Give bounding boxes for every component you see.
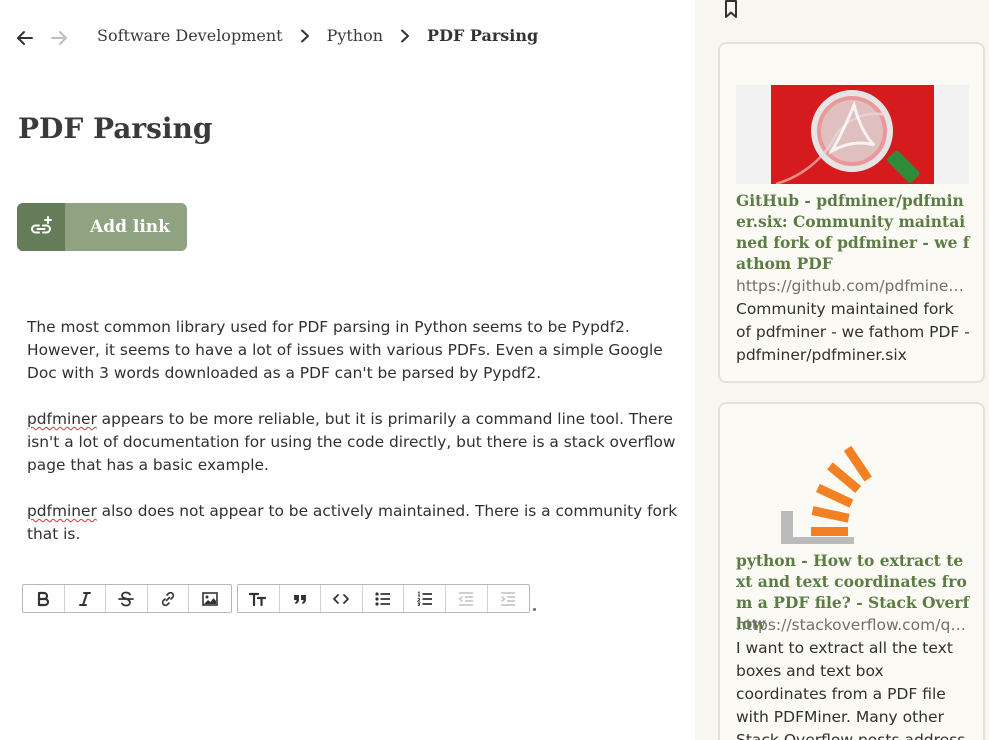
page-title: PDF Parsing — [18, 112, 213, 145]
editor-paragraph: pdfminer also does not appear to be acti… — [27, 500, 687, 546]
indent-icon — [501, 591, 516, 606]
outdent-icon — [458, 591, 474, 606]
image-icon — [202, 591, 218, 606]
breadcrumb: Software Development Python PDF Parsing — [97, 26, 538, 45]
link-card-description: I want to extract all the text boxes and… — [736, 639, 966, 740]
link-card[interactable]: python - How to extract text and text co… — [718, 402, 985, 740]
code-button[interactable] — [321, 585, 363, 612]
italic-icon — [78, 591, 91, 606]
link-card[interactable]: GitHub - pdfminer/pdfminer.six: Communit… — [718, 42, 985, 383]
code-icon — [333, 593, 350, 604]
heading-icon — [249, 592, 267, 606]
paragraph-text: appears to be more reliable, but it is p… — [27, 410, 676, 474]
breadcrumb-item-software-development[interactable]: Software Development — [97, 26, 283, 45]
navigation-bar: Software Development Python PDF Parsing — [0, 0, 695, 76]
chevron-right-icon — [383, 29, 427, 43]
breadcrumb-item-current: PDF Parsing — [427, 26, 539, 45]
link-card-description: Community maintained fork of pdfminer - … — [736, 300, 970, 364]
note-editor[interactable]: The most common library used for PDF par… — [27, 316, 687, 569]
heading-button[interactable] — [238, 585, 280, 612]
quote-button[interactable] — [280, 585, 322, 612]
bullet-list-icon — [375, 591, 391, 606]
add-link-icon — [17, 203, 65, 251]
editor-paragraph: The most common library used for PDF par… — [27, 318, 663, 382]
link-button[interactable] — [148, 585, 190, 612]
link-card-url: https://github.com/pdfminer/pdfminer.six — [736, 277, 966, 295]
numbered-list-icon — [416, 590, 432, 606]
bookmark-icon — [725, 0, 737, 18]
link-card-thumbnail — [736, 85, 969, 184]
arrow-right-icon — [51, 31, 67, 45]
formatting-toolbar — [22, 584, 537, 613]
numbered-list-button[interactable] — [404, 585, 446, 612]
indent-button[interactable] — [488, 585, 530, 612]
link-icon — [161, 591, 175, 606]
forward-button[interactable] — [46, 25, 72, 51]
pdf-magnifier-image — [736, 85, 969, 184]
outdent-button[interactable] — [446, 585, 488, 612]
back-button[interactable] — [12, 25, 38, 51]
arrow-left-icon — [17, 31, 33, 45]
toolbar-group-inline — [22, 584, 232, 613]
image-button[interactable] — [189, 585, 231, 612]
bold-button[interactable] — [23, 585, 65, 612]
add-link-button[interactable]: Add link — [17, 203, 187, 251]
strikethrough-icon — [118, 591, 135, 606]
strikethrough-button[interactable] — [106, 585, 148, 612]
bookmark-button[interactable] — [721, 0, 741, 20]
add-link-label: Add link — [90, 217, 170, 237]
editor-paragraph: pdfminer appears to be more reliable, bu… — [27, 408, 687, 477]
link-card-url: https://stackoverflow.com/questions/2289… — [736, 616, 966, 634]
toolbar-handle — [533, 608, 537, 611]
quote-icon — [293, 594, 306, 604]
misspelled-word: pdfminer — [27, 410, 97, 428]
italic-button[interactable] — [65, 585, 107, 612]
link-sidebar: GitHub - pdfminer/pdfminer.six: Communit… — [695, 0, 989, 740]
bullet-list-button[interactable] — [363, 585, 405, 612]
misspelled-word: pdfminer — [27, 502, 97, 520]
toolbar-group-block — [236, 584, 531, 613]
chevron-right-icon — [283, 29, 327, 43]
stackoverflow-logo — [781, 445, 872, 544]
paragraph-text: also does not appear to be actively main… — [27, 502, 678, 543]
breadcrumb-item-python[interactable]: Python — [327, 26, 383, 45]
link-card-thumbnail — [736, 445, 969, 544]
bold-icon — [38, 591, 50, 606]
link-card-title[interactable]: GitHub - pdfminer/pdfminer.six: Communit… — [736, 190, 970, 274]
